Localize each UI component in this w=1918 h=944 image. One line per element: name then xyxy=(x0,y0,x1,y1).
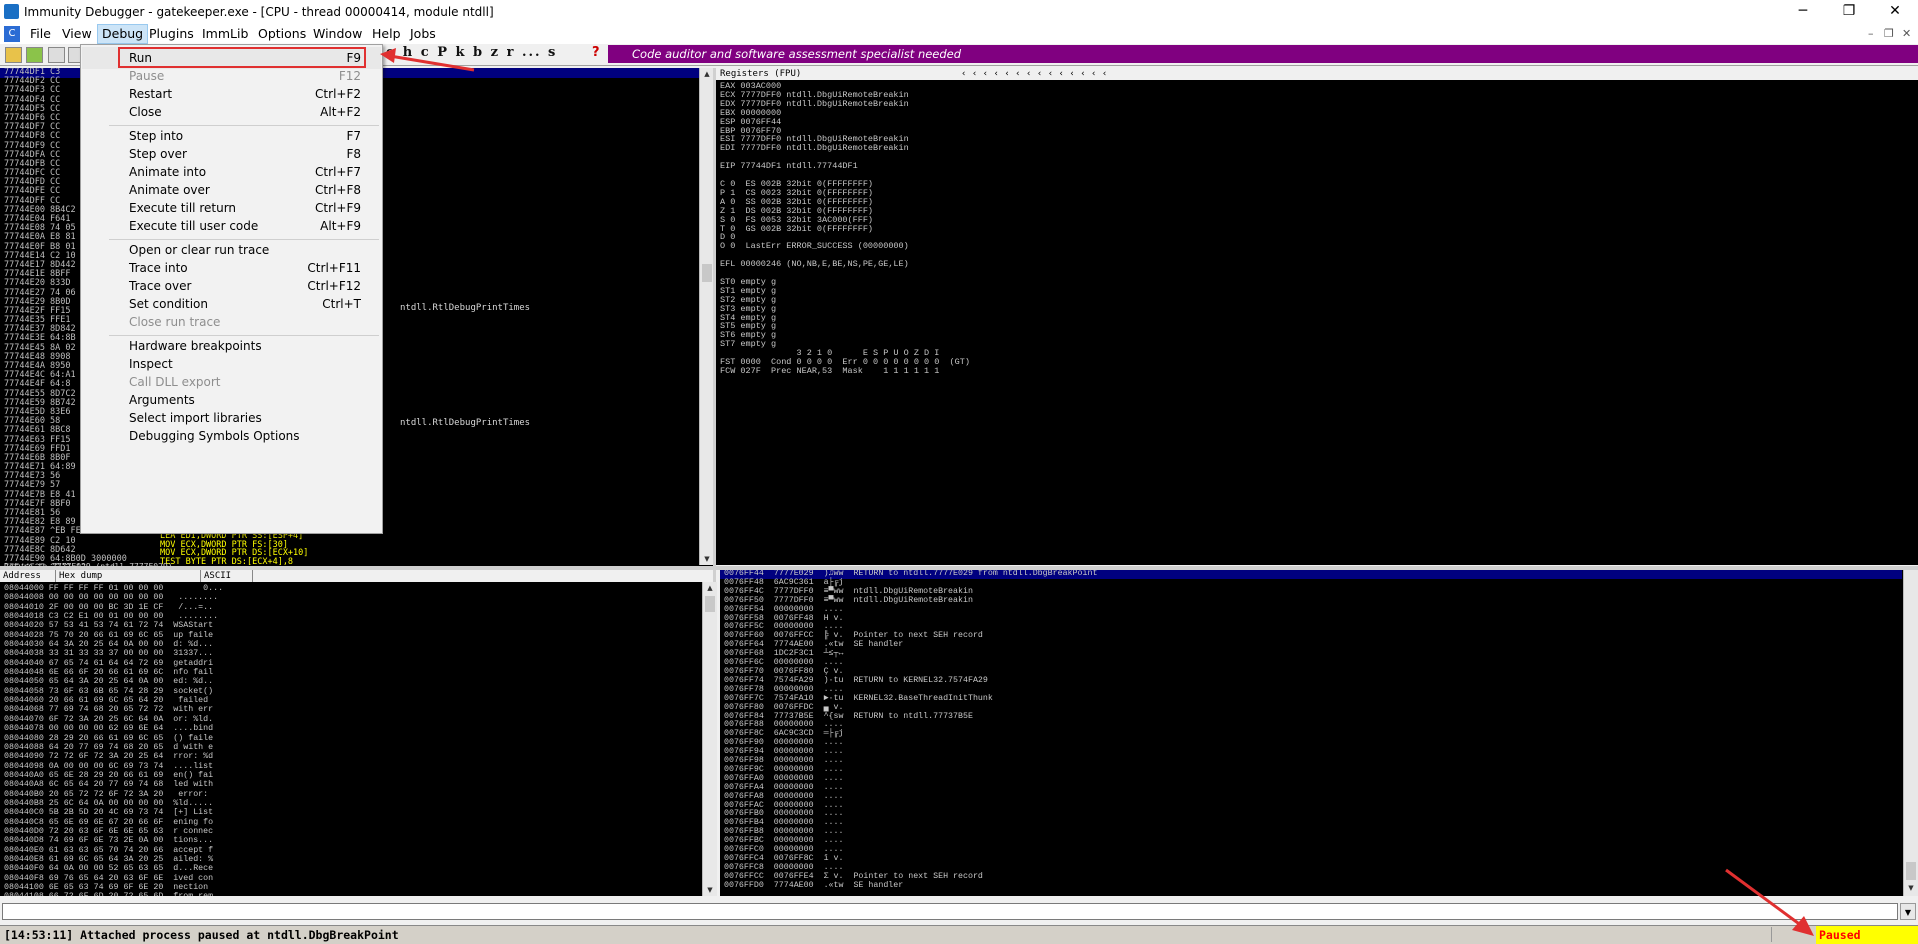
scroll-down-icon[interactable]: ▼ xyxy=(703,884,717,896)
advertisement-banner: Code auditor and software assessment spe… xyxy=(608,45,1918,63)
menu-jobs[interactable]: Jobs xyxy=(406,25,440,43)
close-button[interactable]: ✕ xyxy=(1872,0,1918,24)
restart-icon[interactable] xyxy=(26,47,43,63)
help-icon[interactable]: ? xyxy=(592,45,600,60)
title-bar: Immunity Debugger - gatekeeper.exe - [CP… xyxy=(0,0,1918,24)
annotation-arrow-run xyxy=(380,48,475,72)
mdi-restore-button[interactable]: ❐ xyxy=(1884,27,1894,40)
arrow-left-icon[interactable]: ‹ ‹ ‹ ‹ ‹ ‹ ‹ ‹ ‹ ‹ ‹ ‹ ‹ ‹ xyxy=(961,68,1107,80)
scroll-up-icon[interactable]: ▲ xyxy=(700,68,714,80)
disasm-instructions[interactable]: LEA EDI,DWORD PTR SS:[ESP+4] MOV ECX,DWO… xyxy=(160,532,308,565)
dump-column-headers: Address Hex dump ASCII xyxy=(0,570,713,582)
disasm-comment: ntdll.RtlDebugPrintTimes xyxy=(400,303,531,313)
column-hex-dump[interactable]: Hex dump xyxy=(56,570,201,582)
menu-item-execute-till-user-code[interactable]: Execute till user code Alt+F9 xyxy=(82,215,381,237)
menu-file[interactable]: File xyxy=(26,25,55,43)
debug-state-badge: Paused xyxy=(1816,926,1918,944)
registers-title: Registers (FPU) xyxy=(720,69,802,79)
scroll-up-icon[interactable]: ▲ xyxy=(703,582,717,594)
mdi-close-button[interactable]: ✕ xyxy=(1902,27,1911,40)
disasm-scrollbar[interactable]: ▲ ▼ xyxy=(699,68,714,565)
menu-window[interactable]: Window xyxy=(309,25,366,43)
stack-pane[interactable]: 0076FF44 7777E029 )♫ww RETURN to ntdll.7… xyxy=(720,570,1918,896)
close-program-icon[interactable] xyxy=(48,47,65,63)
memory-dump-pane[interactable]: Address Hex dump ASCII 08044000 FF FF FF… xyxy=(0,570,713,896)
command-bar: ▼ xyxy=(0,902,1918,924)
app-icon xyxy=(4,4,19,19)
registers-text[interactable]: EAX 003AC000 ECX 7777DFF0 ntdll.DbgUiRem… xyxy=(720,82,970,376)
menu-bar: C File View Debug Plugins ImmLib Options… xyxy=(0,24,1918,44)
annotation-arrow-paused xyxy=(1725,868,1814,936)
menu-view[interactable]: View xyxy=(58,25,96,43)
window-title: Immunity Debugger - gatekeeper.exe - [CP… xyxy=(24,5,494,19)
scroll-thumb[interactable] xyxy=(1906,862,1916,880)
registers-pane[interactable]: Registers (FPU) ‹ ‹ ‹ ‹ ‹ ‹ ‹ ‹ ‹ ‹ ‹ ‹ … xyxy=(716,68,1918,565)
menu-item-close-run-trace: Close run trace xyxy=(129,315,221,329)
dump-scrollbar[interactable]: ▲ ▼ xyxy=(702,582,717,896)
disasm-comment: ntdll.RtlDebugPrintTimes xyxy=(400,418,531,428)
status-bar: [14:53:11] Attached process paused at nt… xyxy=(0,925,1918,944)
status-message: [14:53:11] Attached process paused at nt… xyxy=(4,928,399,942)
dump-text[interactable]: 08044000 FF FF FF FF 01 00 00 00 0... 08… xyxy=(4,584,223,896)
menu-plugins[interactable]: Plugins xyxy=(145,25,198,43)
scroll-thumb[interactable] xyxy=(705,596,715,612)
scroll-thumb[interactable] xyxy=(702,264,712,282)
stack-text[interactable]: 0076FF44 7777E029 )♫ww RETURN to ntdll.7… xyxy=(724,570,1097,891)
debug-menu: Run F9 Pause F12 Restart Ctrl+F2 Close Alt+F… xyxy=(80,44,383,534)
stack-scrollbar[interactable]: ▼ xyxy=(1903,570,1918,896)
mdi-minimize-button[interactable]: – xyxy=(1868,27,1874,40)
cpu-window-icon[interactable]: C xyxy=(4,26,20,42)
run-highlight-annotation xyxy=(118,47,366,68)
menu-debug[interactable]: Debug xyxy=(97,24,149,44)
maximize-button[interactable]: ❐ xyxy=(1826,0,1872,24)
menu-item-close[interactable]: Close Alt+F2 xyxy=(82,101,381,123)
menu-item-debugging-symbols-options[interactable]: Debugging Symbols Options xyxy=(82,425,381,447)
command-history-dropdown-icon[interactable]: ▼ xyxy=(1900,903,1916,920)
menu-options[interactable]: Options xyxy=(254,25,310,43)
column-ascii[interactable]: ASCII xyxy=(201,570,253,582)
registers-header[interactable]: Registers (FPU) ‹ ‹ ‹ ‹ ‹ ‹ ‹ ‹ ‹ ‹ ‹ ‹ … xyxy=(716,68,1918,80)
command-input[interactable] xyxy=(2,903,1898,920)
minimize-button[interactable]: ─ xyxy=(1780,0,1826,24)
scroll-down-icon[interactable]: ▼ xyxy=(700,553,714,565)
menu-help[interactable]: Help xyxy=(368,25,405,43)
column-address[interactable]: Address xyxy=(0,570,56,582)
menu-immlib[interactable]: ImmLib xyxy=(198,25,252,43)
scroll-down-icon[interactable]: ▼ xyxy=(1904,882,1918,894)
open-icon[interactable] xyxy=(5,47,22,63)
